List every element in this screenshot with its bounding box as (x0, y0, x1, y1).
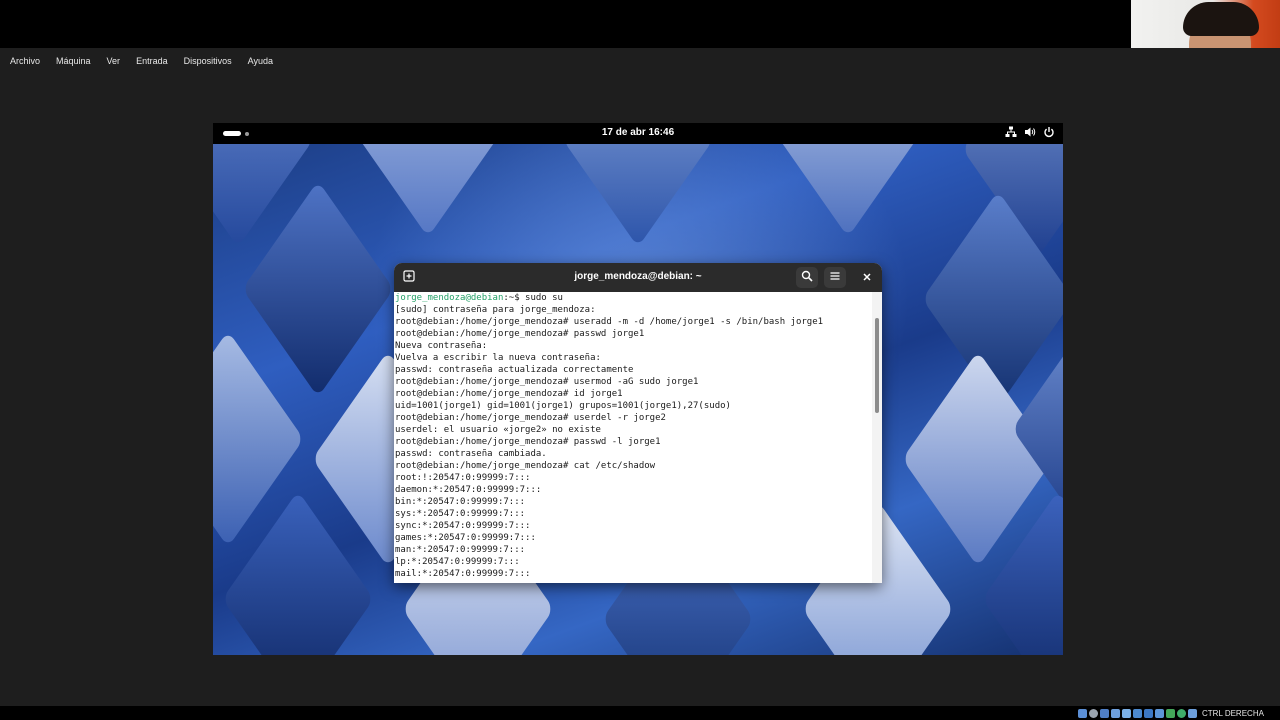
menu-archivo[interactable]: Archivo (10, 56, 40, 66)
terminal-line: root@debian:/home/jorge_mendoza# cat /et… (395, 461, 656, 471)
shared-folders-icon[interactable] (1133, 708, 1142, 718)
terminal-headerbar[interactable]: jorge_mendoza@debian: ~ (394, 263, 882, 292)
desktop-wallpaper: jorge_mendoza@debian: ~ jorge_mendoza@de… (213, 144, 1063, 655)
power-icon[interactable] (1043, 126, 1055, 138)
menu-entrada[interactable]: Entrada (136, 56, 168, 66)
terminal-line: passwd: contraseña actualizada correctam… (395, 365, 634, 375)
terminal-line: mail:*:20547:0:99999:7::: (395, 569, 531, 579)
terminal-line: [sudo] contraseña para jorge_mendoza: (395, 305, 596, 315)
terminal-line: games:*:20547:0:99999:7::: (395, 533, 536, 543)
keyboard-capture-icon[interactable] (1188, 708, 1197, 718)
menu-dispositivos[interactable]: Dispositivos (184, 56, 232, 66)
terminal-line: uid=1001(jorge1) gid=1001(jorge1) grupos… (395, 401, 731, 411)
hamburger-menu-icon (829, 269, 841, 287)
search-icon (801, 269, 813, 287)
terminal-line: sys:*:20547:0:99999:7::: (395, 509, 526, 519)
scrollbar-thumb[interactable] (875, 318, 879, 413)
close-button[interactable] (856, 267, 878, 288)
terminal-line: userdel: el usuario «jorge2» no existe (395, 425, 601, 435)
menu-maquina[interactable]: Máquina (56, 56, 91, 66)
search-button[interactable] (796, 267, 818, 288)
terminal-line: root@debian:/home/jorge_mendoza# passwd … (395, 329, 645, 339)
optical-drive-icon[interactable] (1089, 708, 1098, 718)
terminal-line: daemon:*:20547:0:99999:7::: (395, 485, 542, 495)
terminal-line: jorge_mendoza@debian:~$ sudo su (395, 292, 873, 304)
terminal-lines: [sudo] contraseña para jorge_mendoza:roo… (395, 304, 873, 580)
volume-icon[interactable] (1024, 126, 1036, 138)
audio-icon[interactable] (1100, 708, 1109, 718)
top-black-region (0, 0, 1280, 48)
terminal-window[interactable]: jorge_mendoza@debian: ~ jorge_mendoza@de… (394, 263, 882, 583)
webcam-person-hair (1183, 2, 1259, 36)
terminal-line: bin:*:20547:0:99999:7::: (395, 497, 526, 507)
cpu-activity-icon[interactable] (1166, 708, 1175, 718)
terminal-line: root:!:20547:0:99999:7::: (395, 473, 531, 483)
terminal-line: passwd: contraseña cambiada. (395, 449, 547, 459)
hard-disk-icon[interactable] (1078, 708, 1087, 718)
prompt-user-host: jorge_mendoza@debian (395, 293, 504, 303)
panel-clock[interactable]: 17 de abr 16:46 (213, 127, 1063, 138)
terminal-line: root@debian:/home/jorge_mendoza# useradd… (395, 317, 824, 327)
terminal-line: root@debian:/home/jorge_mendoza# passwd … (395, 437, 661, 447)
gnome-top-panel: 17 de abr 16:46 (213, 123, 1063, 144)
terminal-output[interactable]: jorge_mendoza@debian:~$ sudo su [sudo] c… (394, 292, 873, 583)
menu-ver[interactable]: Ver (107, 56, 121, 66)
terminal-scrollbar[interactable] (872, 292, 882, 583)
terminal-line: root@debian:/home/jorge_mendoza# id jorg… (395, 389, 623, 399)
terminal-line: Vuelva a escribir la nueva contraseña: (395, 353, 601, 363)
terminal-line: sync:*:20547:0:99999:7::: (395, 521, 531, 531)
network-icon[interactable] (1005, 126, 1017, 138)
mouse-integration-icon[interactable] (1177, 708, 1186, 718)
prompt-rest: :~$ sudo su (503, 293, 563, 303)
system-tray[interactable] (1005, 126, 1055, 138)
guest-display[interactable]: 17 de abr 16:46 jorge_mendoza@debian: ~ … (213, 123, 1063, 655)
host-key-label: CTRL DERECHA (1202, 708, 1264, 718)
terminal-line: man:*:20547:0:99999:7::: (395, 545, 526, 555)
virtualbox-status-bar: CTRL DERECHA (1078, 706, 1280, 720)
terminal-line: Nueva contraseña: (395, 341, 488, 351)
network-adapter-icon[interactable] (1111, 708, 1120, 718)
recording-icon[interactable] (1155, 708, 1164, 718)
menu-ayuda[interactable]: Ayuda (248, 56, 273, 66)
terminal-line: lp:*:20547:0:99999:7::: (395, 557, 520, 567)
usb-icon[interactable] (1122, 708, 1131, 718)
virtualbox-menu-bar: Archivo Máquina Ver Entrada Dispositivos… (0, 48, 1280, 74)
menu-button[interactable] (824, 267, 846, 288)
terminal-line: root@debian:/home/jorge_mendoza# userdel… (395, 413, 666, 423)
close-icon (862, 269, 872, 287)
terminal-line: root@debian:/home/jorge_mendoza# usermod… (395, 377, 699, 387)
display-icon[interactable] (1144, 708, 1153, 718)
